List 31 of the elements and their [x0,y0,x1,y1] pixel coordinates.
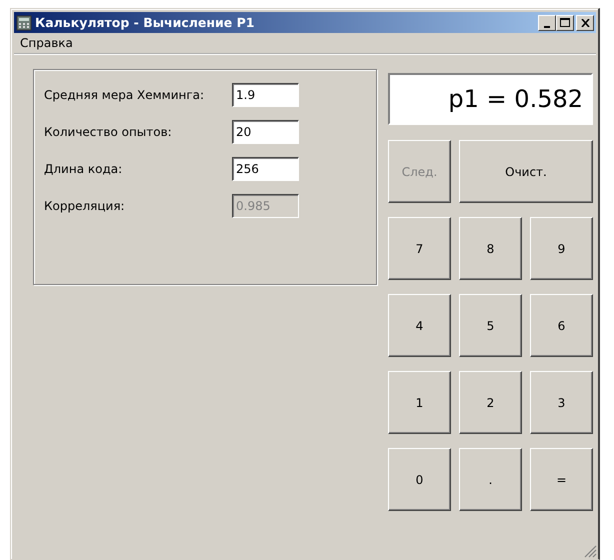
key-button[interactable]: 5 [459,294,522,357]
calculator-icon [16,14,32,30]
resize-grip-icon[interactable] [583,544,597,558]
input-field[interactable]: 1.9 [232,83,299,107]
minimize-button[interactable] [538,14,556,30]
field-label: Длина кода: [44,162,124,176]
menu-item[interactable]: Справка [17,36,76,50]
minimize-icon [544,26,550,28]
input-field[interactable]: 256 [232,157,299,181]
key-button[interactable]: . [459,448,522,511]
key-button[interactable]: 0 [388,448,451,511]
key-button[interactable]: 2 [459,371,522,434]
maximize-button[interactable] [556,14,574,30]
key-button[interactable]: 4 [388,294,451,357]
key-button[interactable]: 1 [388,371,451,434]
key-button[interactable]: 7 [388,217,451,280]
maximize-icon [560,18,570,27]
close-icon [580,18,590,26]
result-display: p1 = 0.582 [388,73,593,125]
key-button[interactable]: = [530,448,593,511]
field-label: Средняя мера Хемминга: [44,88,206,102]
field-label: Корреляция: [44,199,126,213]
key-button[interactable]: 6 [530,294,593,357]
key-button[interactable]: 3 [530,371,593,434]
clear-button[interactable]: Очист. [459,140,593,203]
window-title: Калькулятор - Вычисление P1 [35,15,254,30]
close-button[interactable] [576,14,594,30]
key-button[interactable]: 9 [530,217,593,280]
field-label: Количество опытов: [44,125,173,139]
key-button[interactable]: 8 [459,217,522,280]
input-field[interactable]: 20 [232,120,299,144]
